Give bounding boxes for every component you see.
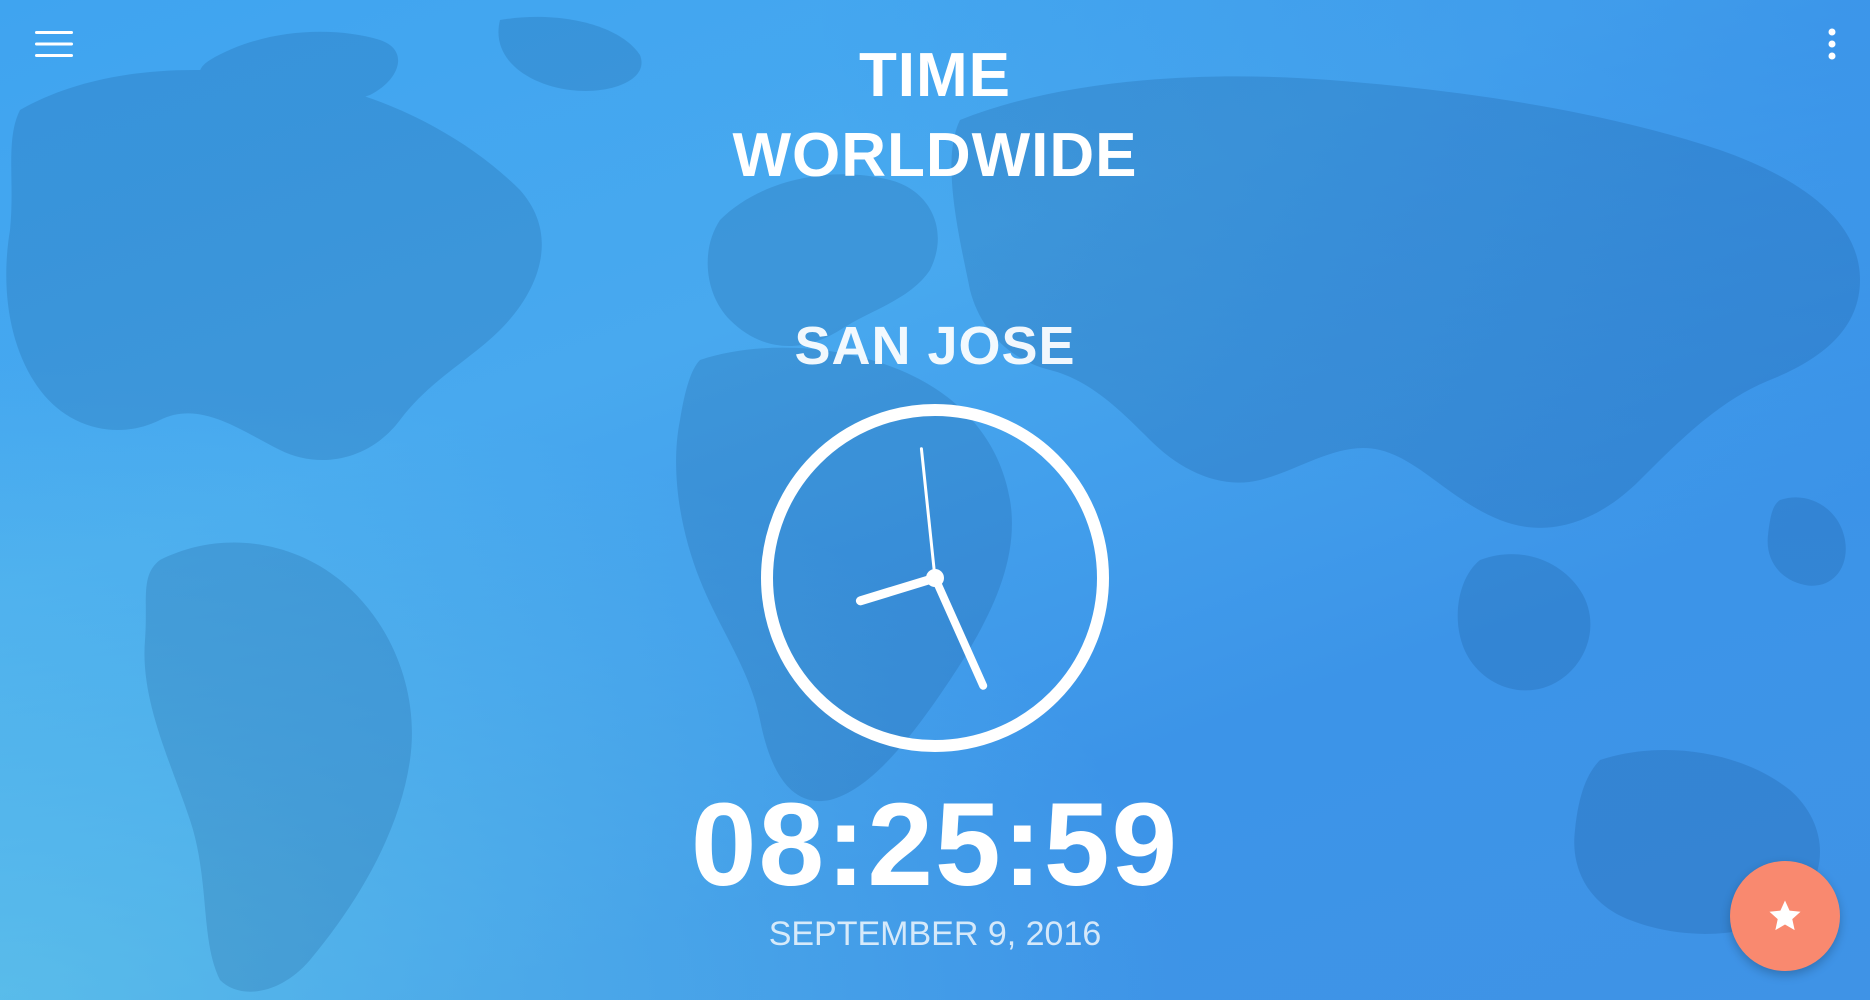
city-name: SAN JOSE bbox=[794, 316, 1076, 376]
minute-hand bbox=[931, 574, 988, 690]
star-icon bbox=[1769, 900, 1801, 931]
favorite-fab-button[interactable] bbox=[1730, 861, 1840, 971]
analog-clock bbox=[761, 404, 1109, 752]
app-title-line1: TIME bbox=[858, 41, 1012, 110]
digital-time: 08:25:59 bbox=[690, 779, 1180, 911]
second-hand bbox=[919, 447, 937, 580]
app-title-line2: WORLDWIDE bbox=[732, 121, 1138, 190]
app-title: TIME WORLDWIDE bbox=[0, 36, 1870, 196]
hour-hand bbox=[855, 573, 940, 606]
clock-center-pin bbox=[926, 569, 944, 587]
date-text: SEPTEMBER 9, 2016 bbox=[768, 915, 1102, 953]
